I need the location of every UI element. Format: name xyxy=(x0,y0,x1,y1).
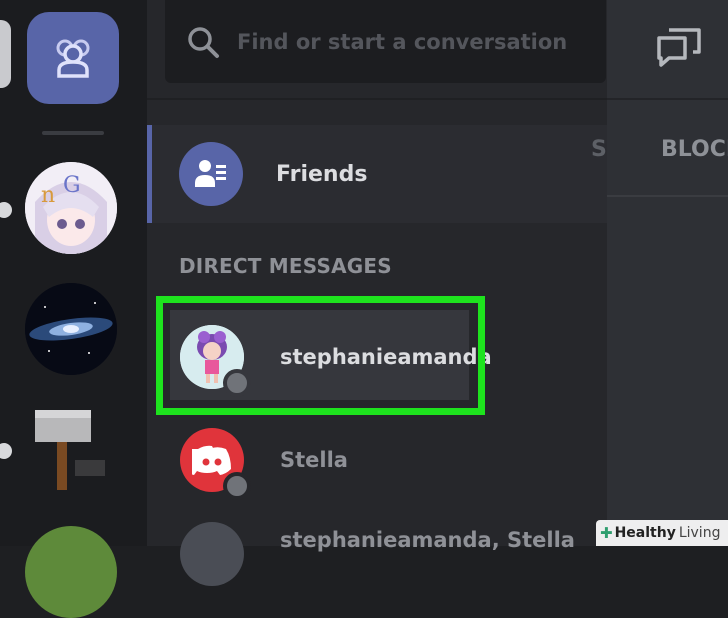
dm-panel: Find or start a conversation Friends DIR… xyxy=(147,0,607,586)
unread-indicator xyxy=(0,443,12,459)
friends-icon xyxy=(179,142,243,206)
highlight-box xyxy=(156,296,485,415)
server-anime[interactable]: n G xyxy=(25,162,117,254)
new-group-dm-icon[interactable] xyxy=(655,26,703,70)
server-rail: n G xyxy=(0,0,147,618)
dm-name: Stella xyxy=(280,448,348,472)
selected-indicator xyxy=(147,125,152,223)
server-green[interactable] xyxy=(25,526,117,618)
watermark-brand: Healthy xyxy=(614,525,676,541)
discord-logo-icon xyxy=(192,445,231,475)
dm-item-stella[interactable]: Stella xyxy=(170,413,469,503)
dm-name: stephanieamanda, Stella xyxy=(280,528,575,552)
dm-item-group[interactable]: stephanieamanda, Stella xyxy=(170,500,575,590)
svg-text:G: G xyxy=(63,173,81,198)
server-hammer[interactable] xyxy=(25,404,117,496)
home-button[interactable] xyxy=(27,12,119,104)
status-offline-icon xyxy=(223,472,251,500)
friends-label: Friends xyxy=(276,162,368,187)
watermark: ✚ Healthy Living xyxy=(596,520,728,546)
plus-icon: ✚ xyxy=(600,524,613,542)
divider xyxy=(607,98,728,100)
main-area: S BLOCK xyxy=(591,0,728,546)
group-avatar xyxy=(180,522,244,586)
search-placeholder: Find or start a conversation xyxy=(237,30,568,54)
search-input[interactable]: Find or start a conversation xyxy=(165,0,606,83)
search-icon xyxy=(188,27,219,58)
svg-text:n: n xyxy=(41,183,55,208)
tab-blocked[interactable]: BLOCK xyxy=(661,137,728,162)
divider xyxy=(607,195,728,197)
watermark-brand2: Living xyxy=(678,525,721,541)
unread-indicator xyxy=(0,202,12,218)
selected-pill xyxy=(0,20,11,88)
rail-divider xyxy=(42,131,104,135)
tab-partial[interactable]: S xyxy=(591,137,607,162)
friends-icon xyxy=(56,39,90,78)
dm-section-heading: DIRECT MESSAGES xyxy=(179,254,392,278)
divider xyxy=(147,98,607,100)
server-galaxy[interactable] xyxy=(25,283,117,375)
nav-item-friends[interactable]: Friends xyxy=(147,125,607,223)
